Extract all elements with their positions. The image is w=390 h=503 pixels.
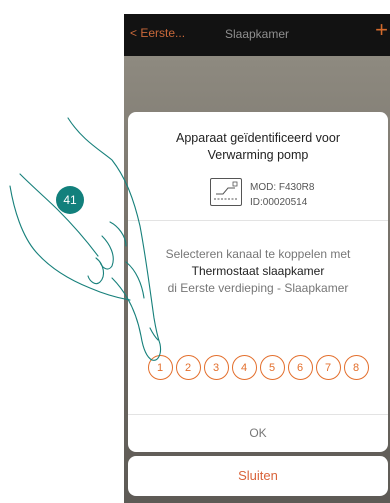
page-title: Slaapkamer	[224, 27, 290, 41]
channel-instructions: Selecteren kanaal te koppelen met Thermo…	[128, 246, 388, 297]
thermostat-name: Thermostaat slaapkamer	[191, 264, 325, 278]
channel-button-3[interactable]: 3	[203, 355, 229, 380]
channel-button-5[interactable]: 5	[259, 355, 285, 380]
device-dialog: Apparaat geïdentificeerd voor Verwarming…	[128, 112, 388, 452]
device-info: MOD: F430R8 ID:00020514	[250, 180, 314, 210]
channel-button-2[interactable]: 2	[175, 355, 201, 380]
dialog-title-line2: Verwarming pomp	[207, 148, 309, 162]
channel-button-8[interactable]: 8	[343, 355, 369, 380]
divider	[128, 220, 388, 221]
device-id: ID:00020514	[250, 197, 308, 208]
channel-selector: 1 2 3 4 5 6 7 8	[128, 355, 388, 380]
close-card: Sluiten	[128, 456, 388, 496]
step-badge: 41	[56, 186, 84, 214]
channel-button-6[interactable]: 6	[287, 355, 313, 380]
select-instruction: Selecteren kanaal te koppelen met	[165, 247, 351, 261]
nav-bar: < Eerste... Slaapkamer +	[124, 14, 390, 56]
channel-button-7[interactable]: 7	[315, 355, 341, 380]
add-button[interactable]: +	[375, 19, 388, 41]
ok-button[interactable]: OK	[128, 415, 388, 452]
device-mod: MOD: F430R8	[250, 182, 315, 193]
dialog-title-line1: Apparaat geïdentificeerd voor	[176, 131, 340, 145]
phone-screen: < Eerste... Slaapkamer + Apparaat geïden…	[124, 14, 390, 503]
dialog-title: Apparaat geïdentificeerd voor Verwarming…	[128, 130, 388, 164]
channel-button-4[interactable]: 4	[231, 355, 257, 380]
device-icon	[210, 178, 242, 206]
close-button[interactable]: Sluiten	[128, 456, 388, 496]
channel-button-1[interactable]: 1	[147, 355, 173, 380]
thermostat-location: di Eerste verdieping - Slaapkamer	[167, 281, 349, 295]
